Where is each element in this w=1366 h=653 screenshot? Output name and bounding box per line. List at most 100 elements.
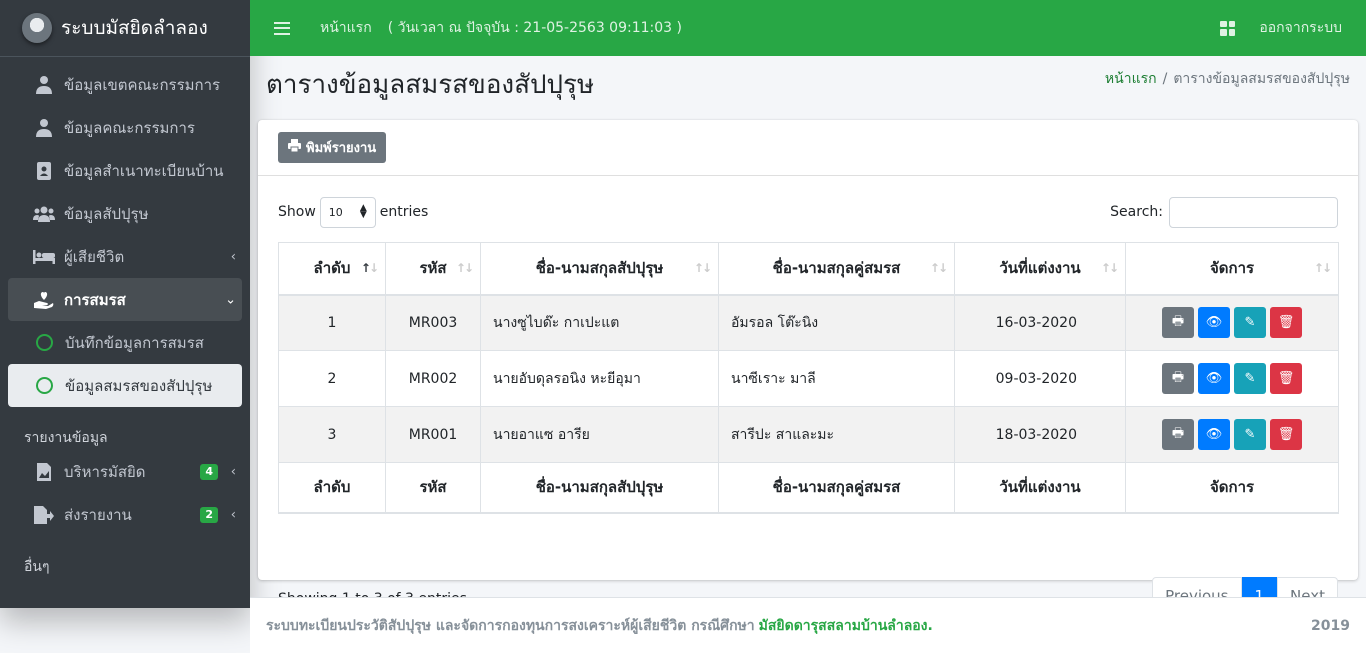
delete-button[interactable]: 🗑 bbox=[1270, 363, 1302, 394]
sidebar-item-label: บันทึกข้อมูลการสมรส bbox=[65, 333, 204, 352]
chevron-left-icon: ‹ bbox=[230, 249, 236, 264]
brand[interactable]: ระบบมัสยิดลำลอง bbox=[0, 0, 250, 57]
sidebar: ระบบมัสยิดลำลอง ข้อมูลเขตคณะกรรมการ ข้อม… bbox=[0, 0, 250, 608]
breadcrumb-current: ตารางข้อมูลสมรสของสัปปุรุษ bbox=[1173, 71, 1350, 87]
count-badge: 4 bbox=[200, 463, 218, 480]
cell-member-name: นายอับดุลรอนิง หะยีอุมา bbox=[480, 350, 719, 407]
table-row: 2 MR002 นายอับดุลรอนิง หะยีอุมา นาซีเราะ… bbox=[278, 350, 1339, 407]
menu-toggle-icon[interactable] bbox=[274, 21, 290, 35]
column-header-spouse-name[interactable]: ชื่อ-นามสกุลคู่สมรส ↑↓ bbox=[718, 242, 955, 296]
sidebar-item-label: ส่งรายงาน bbox=[64, 505, 132, 524]
sidebar-item-deceased[interactable]: ผู้เสียชีวิต ‹ bbox=[8, 235, 242, 278]
search-input[interactable] bbox=[1169, 196, 1338, 228]
sort-icon: ↑↓ bbox=[929, 261, 948, 276]
current-datetime: ( วันเวลา ณ ปัจจุบัน : 21-05-2563 09:11:… bbox=[387, 20, 682, 36]
entries-value: 10 bbox=[328, 205, 343, 219]
sidebar-item-send-report[interactable]: ส่งรายงาน 2 ‹ bbox=[8, 493, 242, 536]
cell-member-name: นายอาแซ อารีย bbox=[480, 406, 719, 463]
column-header-actions[interactable]: จัดการ ↑↓ bbox=[1125, 242, 1339, 296]
cell-order: 2 bbox=[278, 350, 386, 407]
eye-icon: 👁 bbox=[1205, 315, 1223, 331]
chart-area-icon bbox=[32, 462, 56, 482]
sidebar-item-label: การสมรส bbox=[64, 290, 126, 309]
data-card: พิมพ์รายงาน Show 10 ▲▼ entries Search: bbox=[258, 120, 1358, 614]
sort-icon: ↑↓ bbox=[1313, 261, 1332, 276]
table-row: 3 MR001 นายอาแซ อารีย สารีปะ สาและมะ 18-… bbox=[278, 406, 1339, 463]
sidebar-item-house-registration[interactable]: ข้อมูลสำเนาทะเบียนบ้าน bbox=[8, 149, 242, 192]
pencil-icon: ✎ bbox=[1244, 315, 1256, 331]
cell-spouse-name: นาซีเราะ มาลี bbox=[718, 350, 955, 407]
chevron-down-icon: ⌄ bbox=[225, 292, 236, 307]
chevron-left-icon: ‹ bbox=[230, 464, 236, 479]
breadcrumb-home[interactable]: หน้าแรก bbox=[1105, 71, 1157, 87]
cell-wedding-date: 09-03-2020 bbox=[954, 350, 1126, 407]
cell-code: MR002 bbox=[385, 350, 481, 407]
cell-order: 1 bbox=[278, 294, 386, 351]
trash-icon: 🗑 bbox=[1277, 371, 1295, 386]
footer-actions: จัดการ bbox=[1125, 462, 1339, 514]
view-button[interactable]: 👁 bbox=[1198, 419, 1230, 450]
trash-icon: 🗑 bbox=[1277, 427, 1295, 442]
page-title: ตารางข้อมูลสมรสของสัปปุรุษ bbox=[266, 70, 595, 100]
entries-select[interactable]: 10 ▲ ▼ bbox=[319, 196, 376, 228]
apps-grid-icon[interactable] bbox=[1220, 20, 1236, 36]
sidebar-item-label: ข้อมูลเขตคณะกรรมการ bbox=[64, 75, 221, 94]
sidebar-item-member-marriage-data[interactable]: ข้อมูลสมรสของสัปปุรุษ bbox=[8, 364, 242, 407]
search-label: Search: bbox=[1110, 204, 1163, 220]
show-label: Show bbox=[278, 204, 316, 220]
breadcrumb-separator: / bbox=[1162, 71, 1168, 87]
sidebar-item-committee-zone[interactable]: ข้อมูลเขตคณะกรรมการ bbox=[8, 63, 242, 106]
cell-actions: 🖶 👁 ✎ 🗑 bbox=[1125, 406, 1339, 463]
sidebar-item-marriage[interactable]: การสมรส ⌄ bbox=[8, 278, 242, 321]
logout-link[interactable]: ออกจากระบบ bbox=[1259, 17, 1342, 39]
footer-org-link[interactable]: มัสยิดดารุสสลามบ้านลำลอง. bbox=[759, 615, 933, 637]
print-button[interactable]: 🖶 bbox=[1162, 307, 1194, 339]
count-badge: 2 bbox=[200, 506, 218, 523]
table-header-row: ลำดับ ↑↓ รหัส ↑↓ ชื่อ-นามสกุลสัปปุรุษ ↑↓ ชื… bbox=[278, 242, 1339, 296]
view-button[interactable]: 👁 bbox=[1198, 363, 1230, 394]
column-header-wedding-date[interactable]: วันที่แต่งงาน ↑↓ bbox=[954, 242, 1126, 296]
sidebar-item-label: ข้อมูลคณะกรรมการ bbox=[64, 118, 195, 137]
sidebar-item-committee[interactable]: ข้อมูลคณะกรรมการ bbox=[8, 106, 242, 149]
users-icon bbox=[32, 204, 56, 224]
print-icon bbox=[288, 139, 301, 156]
table-row: 1 MR003 นางซูไบด๊ะ กาเปะแต อัมรอล โต๊ะนิ… bbox=[278, 294, 1339, 351]
sidebar-item-label: ข้อมูลสัปปุรุษ bbox=[64, 204, 149, 223]
entries-length: Show 10 ▲ ▼ entries bbox=[278, 196, 429, 228]
brand-logo bbox=[22, 13, 52, 43]
card-body: Show 10 ▲ ▼ entries Search: ลำดับ ↑↓ รหัส ↑… bbox=[258, 176, 1358, 614]
print-icon: 🖶 bbox=[1171, 425, 1185, 441]
cell-member-name: นางซูไบด๊ะ กาเปะแต bbox=[480, 294, 719, 351]
delete-button[interactable]: 🗑 bbox=[1270, 307, 1302, 339]
footer-member-name: ชื่อ-นามสกุลสัปปุรุษ bbox=[480, 462, 719, 514]
print-button[interactable]: 🖶 bbox=[1162, 363, 1194, 394]
delete-button[interactable]: 🗑 bbox=[1270, 419, 1302, 450]
sidebar-nav: ข้อมูลเขตคณะกรรมการ ข้อมูลคณะกรรมการ ข้อ… bbox=[0, 57, 250, 579]
edit-button[interactable]: ✎ bbox=[1234, 363, 1266, 394]
cell-code: MR003 bbox=[385, 294, 481, 351]
print-button[interactable]: 🖶 bbox=[1162, 419, 1194, 450]
sidebar-item-label: ข้อมูลสำเนาทะเบียนบ้าน bbox=[64, 161, 224, 180]
cell-spouse-name: สารีปะ สาและมะ bbox=[718, 406, 955, 463]
edit-button[interactable]: ✎ bbox=[1234, 419, 1266, 450]
entries-label: entries bbox=[379, 204, 429, 220]
footer-order: ลำดับ bbox=[278, 462, 386, 514]
footer-wedding-date: วันที่แต่งงาน bbox=[954, 462, 1126, 514]
select-arrows-icon: ▲ ▼ bbox=[359, 202, 367, 220]
edit-button[interactable]: ✎ bbox=[1234, 307, 1266, 339]
sidebar-item-label: บริหารมัสยิด bbox=[64, 462, 146, 481]
sidebar-item-record-marriage[interactable]: บันทึกข้อมูลการสมรส bbox=[8, 321, 242, 364]
print-icon: 🖶 bbox=[1171, 313, 1185, 329]
topbar-home-link[interactable]: หน้าแรก bbox=[320, 17, 372, 39]
sidebar-item-mosque-admin[interactable]: บริหารมัสยิด 4 ‹ bbox=[8, 450, 242, 493]
column-header-member-name[interactable]: ชื่อ-นามสกุลสัปปุรุษ ↑↓ bbox=[480, 242, 719, 296]
print-report-button[interactable]: พิมพ์รายงาน bbox=[278, 132, 387, 163]
sort-asc-icon: ↑↓ bbox=[360, 261, 379, 276]
sidebar-item-members[interactable]: ข้อมูลสัปปุรุษ bbox=[8, 192, 242, 235]
cell-order: 3 bbox=[278, 406, 386, 463]
footer-text: ระบบทะเบียนประวัติสัปปุรุษ และจัดการกองท… bbox=[266, 617, 755, 634]
view-button[interactable]: 👁 bbox=[1198, 307, 1230, 339]
column-header-code[interactable]: รหัส ↑↓ bbox=[385, 242, 481, 296]
column-header-order[interactable]: ลำดับ ↑↓ bbox=[278, 242, 386, 296]
pencil-icon: ✎ bbox=[1244, 371, 1256, 386]
